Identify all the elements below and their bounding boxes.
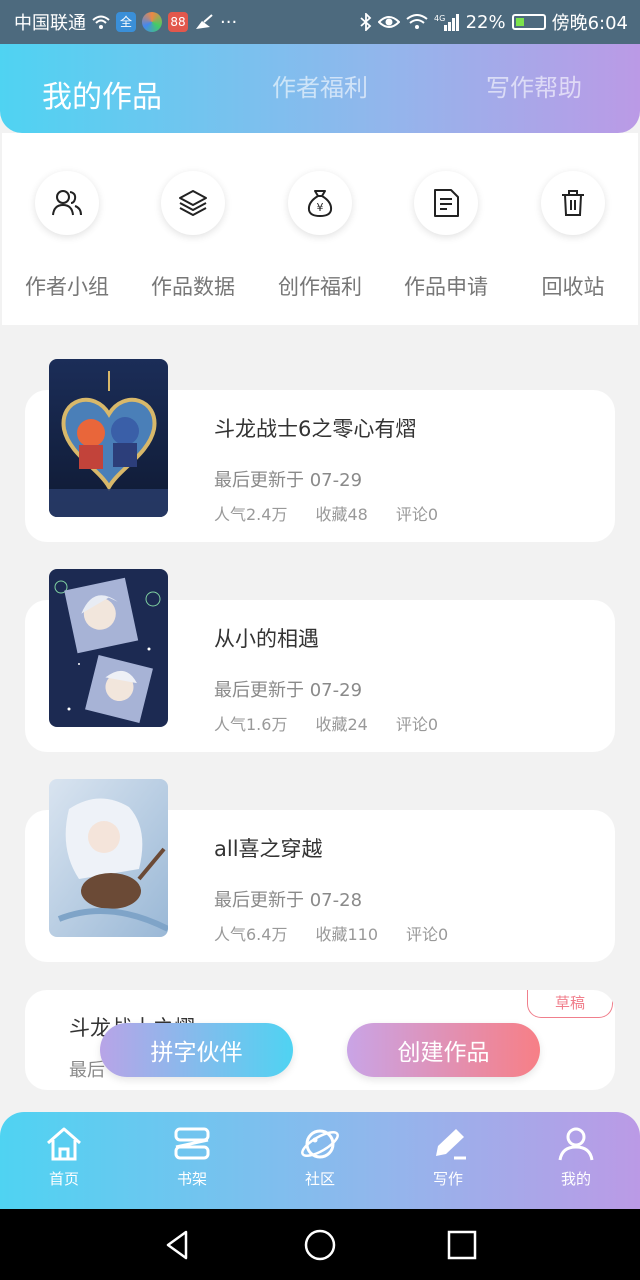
writing-partner-button[interactable]: 拼字伙伴 [100,1023,293,1077]
work-update-time: 最后更新于 07-28 [214,890,363,911]
work-popularity: 人气2.4万 [214,505,288,524]
battery-percent: 22% [465,11,506,33]
work-title[interactable]: all喜之穿越 [214,833,323,863]
clock: 傍晚6:04 [551,13,628,34]
work-favorites: 收藏110 [315,925,378,944]
work-comments: 评论0 [395,715,439,734]
work-stats: 人气2.4万 收藏48 评论0 [214,501,438,525]
tab-community[interactable]: 社区 [280,1126,360,1189]
work-update-time: 最后更新于 07-29 [214,470,363,491]
carrier-label: 中国联通 [14,13,86,34]
work-popularity: 人气6.4万 [214,925,288,944]
signal-icon: 4G [434,14,459,31]
tab-home[interactable]: 首页 [24,1126,104,1189]
work-update-time: 最后更新于 07-29 [214,680,363,701]
work-stats: 人气1.6万 收藏24 评论0 [214,711,438,735]
cover-image[interactable] [49,359,168,517]
quick-action-work-data[interactable]: 作品数据 [133,171,253,301]
top-tab-header: 我的作品 作者福利 写作帮助 [0,44,640,133]
tab-author-benefits[interactable]: 作者福利 [272,68,368,103]
svg-text:4G: 4G [434,14,445,23]
create-work-button[interactable]: 创建作品 [347,1023,540,1077]
tab-my-works[interactable]: 我的作品 [42,72,162,116]
work-popularity: 人气1.6万 [214,715,288,734]
work-title[interactable]: 斗龙战士6之零心有熠 [214,413,416,443]
bookshelf-icon [174,1127,210,1160]
bluetooth-icon [359,13,371,31]
user-icon [558,1127,594,1161]
work-title[interactable]: 从小的相遇 [214,623,319,653]
back-icon[interactable] [160,1227,196,1263]
bottom-tab-bar: 首页 书架 社区 写作 我的 [0,1112,640,1209]
tab-bookshelf[interactable]: 书架 [152,1126,232,1189]
status-bar: 中国联通 全 88 ··· 4G 22% 傍晚6:04 [0,0,640,44]
work-comments: 评论0 [395,505,439,524]
cover-image[interactable] [49,569,168,727]
work-stats: 人气6.4万 收藏110 评论0 [214,921,448,945]
layers-icon [179,190,207,216]
tab-write[interactable]: 写作 [408,1126,488,1189]
home-nav-icon[interactable] [302,1227,338,1263]
system-navigation-bar [0,1209,640,1280]
tab-me[interactable]: 我的 [536,1126,616,1189]
work-favorites: 收藏48 [315,505,368,524]
document-icon [434,189,459,217]
quick-action-creation-benefits[interactable]: ¥ 创作福利 [260,171,380,301]
quick-actions-panel: 作者小组 作品数据 ¥ 创作福利 作品申请 回收站 [2,133,638,325]
wifi-icon [92,15,110,29]
draft-badge: 草稿 [527,990,613,1018]
money-bag-icon: ¥ [307,190,333,218]
work-comments: 评论0 [406,925,449,944]
tab-writing-help[interactable]: 写作帮助 [486,68,582,103]
planet-icon [301,1129,339,1159]
cover-image[interactable] [49,779,168,937]
wifi-icon [405,14,428,29]
eye-icon [377,16,400,28]
app-notification-icon: 88 [168,12,188,32]
trash-icon [562,190,584,216]
people-icon [52,190,82,216]
broom-icon [196,14,213,29]
app-notification-icon [142,12,162,32]
quick-action-recycle-bin[interactable]: 回收站 [513,171,633,301]
battery-icon [511,14,546,30]
more-notifications: ··· [220,11,238,33]
home-icon [47,1127,81,1161]
pen-icon [436,1129,466,1160]
quick-action-author-group[interactable]: 作者小组 [7,171,127,301]
work-favorites: 收藏24 [315,715,368,734]
svg-text:¥: ¥ [317,201,324,214]
app-notification-icon: 全 [116,12,136,32]
quick-action-work-application[interactable]: 作品申请 [386,171,506,301]
recents-icon[interactable] [444,1227,480,1263]
draft-update-time: 最后 [69,1060,105,1081]
